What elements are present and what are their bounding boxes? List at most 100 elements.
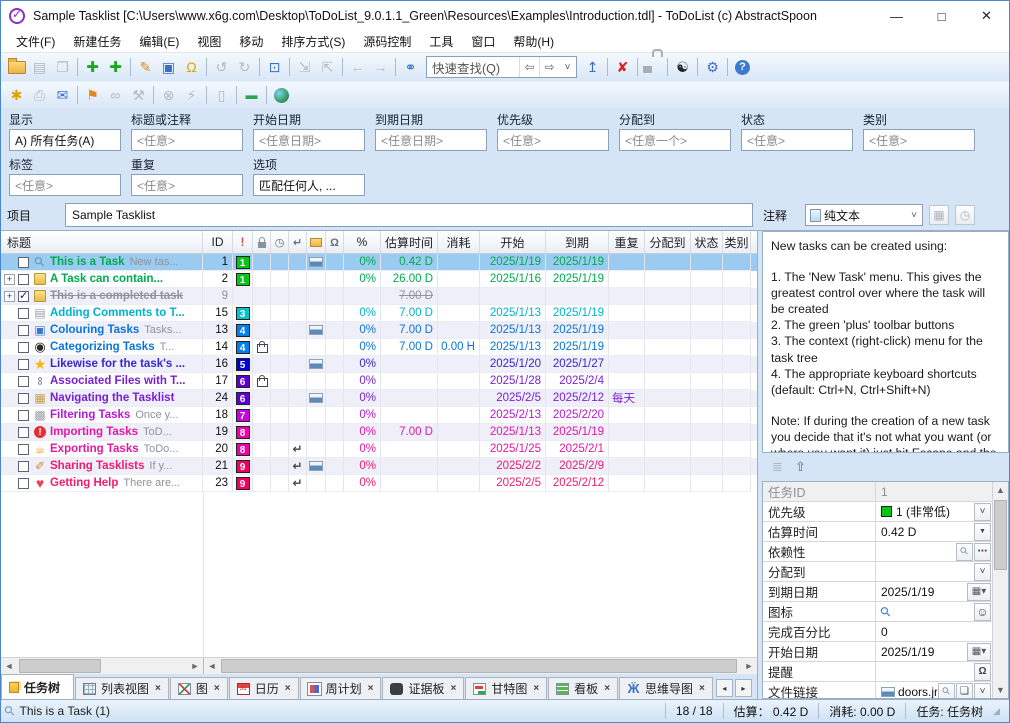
new-tasklist-icon[interactable]: ✱ bbox=[5, 84, 28, 106]
attribute-scrollbar[interactable]: ▲ ▼ bbox=[992, 482, 1008, 698]
edit-attributes-icon[interactable]: ▣ bbox=[157, 56, 180, 78]
column-header[interactable]: 消耗 bbox=[438, 231, 480, 253]
indent-task-icon[interactable]: ⇲ bbox=[293, 56, 316, 78]
attribute-value[interactable]: 2025/1/19 bbox=[881, 645, 934, 659]
scroll-up-icon[interactable]: ▲ bbox=[993, 482, 1008, 498]
outdent-task-icon[interactable]: ⇱ bbox=[316, 56, 339, 78]
column-header[interactable]: 重复 bbox=[609, 231, 645, 253]
task-checkbox[interactable] bbox=[18, 291, 29, 302]
redo-icon[interactable]: ↻ bbox=[233, 56, 256, 78]
separator[interactable] bbox=[266, 86, 267, 104]
edit-task-icon[interactable]: ✎ bbox=[134, 56, 157, 78]
column-header[interactable]: 分配到 bbox=[645, 231, 691, 253]
tree-scrollbar[interactable]: ◄ ► bbox=[1, 658, 204, 674]
task-row[interactable]: + A Task can contain... 2 1 bbox=[1, 271, 757, 288]
menu-item[interactable]: 帮助(H) bbox=[504, 31, 563, 52]
activity-log-icon[interactable]: ▯ bbox=[210, 84, 233, 106]
filter-combo[interactable]: A) 所有任务(A) bbox=[9, 129, 121, 151]
menu-item[interactable]: 窗口 bbox=[462, 31, 504, 52]
quickfind-input[interactable]: 快速查找(Q) bbox=[427, 58, 519, 77]
task-row[interactable]: + Categorizing Tasks T... 14 4 bbox=[1, 339, 757, 356]
minimize-button[interactable]: — bbox=[874, 1, 919, 31]
comments-format-combo[interactable]: 纯文本 ˅ bbox=[805, 204, 923, 226]
menu-item[interactable]: 新建任务 bbox=[64, 31, 130, 52]
expand-icon[interactable]: + bbox=[4, 291, 15, 302]
column-header[interactable] bbox=[271, 231, 289, 253]
task-row[interactable]: + Getting Help There are... 23 9 bbox=[1, 475, 757, 492]
attribute-value[interactable]: 1 bbox=[881, 485, 888, 499]
link-icon[interactable]: ∞ bbox=[104, 84, 127, 106]
column-header[interactable]: 类别 bbox=[723, 231, 751, 253]
close-tab-icon[interactable]: × bbox=[699, 683, 705, 694]
scroll-left-icon[interactable]: ◄ bbox=[204, 658, 220, 674]
maximize-button[interactable]: □ bbox=[919, 1, 964, 31]
attribute-control-button[interactable] bbox=[974, 683, 991, 700]
undo-icon[interactable]: ↺ bbox=[210, 56, 233, 78]
view-tab[interactable]: 证据板 × bbox=[382, 677, 464, 699]
chevron-down-icon[interactable]: ˅ bbox=[906, 210, 922, 221]
attribute-control-button[interactable] bbox=[974, 543, 991, 561]
task-checkbox[interactable] bbox=[18, 376, 29, 387]
task-row[interactable]: + Importing Tasks ToD... 19 8 bbox=[1, 424, 757, 441]
expand-icon[interactable]: + bbox=[4, 274, 15, 285]
column-header[interactable] bbox=[326, 231, 344, 253]
attribute-row[interactable]: 任务ID 1 bbox=[763, 482, 992, 502]
attribute-control-button[interactable] bbox=[967, 583, 991, 601]
next-task-icon[interactable]: → bbox=[369, 56, 392, 78]
column-header[interactable]: 状态 bbox=[691, 231, 723, 253]
attribute-value[interactable]: doors.jr bbox=[898, 685, 937, 699]
view-tab[interactable]: 甘特图 × bbox=[465, 677, 547, 699]
task-checkbox[interactable] bbox=[18, 444, 29, 455]
help-icon[interactable] bbox=[731, 56, 754, 78]
task-checkbox[interactable] bbox=[18, 274, 29, 285]
close-button[interactable]: ✕ bbox=[964, 1, 1009, 31]
task-checkbox[interactable] bbox=[18, 427, 29, 438]
scroll-right-icon[interactable]: ► bbox=[741, 658, 757, 674]
attribute-row[interactable]: 开始日期 2025/1/19 bbox=[763, 642, 992, 662]
attribute-control-button[interactable] bbox=[938, 683, 955, 700]
menu-item[interactable]: 编辑(E) bbox=[130, 31, 188, 52]
send-email-icon[interactable]: ✉ bbox=[51, 84, 74, 106]
task-row[interactable]: + This is a Task New tas... 1 1 bbox=[1, 254, 757, 271]
separator[interactable] bbox=[342, 58, 343, 76]
quickfind-combo[interactable]: 快速查找(Q) ⇦ ⇨ ˅ bbox=[426, 56, 577, 78]
filter-combo[interactable]: <任意> bbox=[131, 129, 243, 151]
quickfind-prev-icon[interactable]: ⇦ bbox=[519, 57, 539, 77]
task-checkbox[interactable] bbox=[18, 308, 29, 319]
comments-clock-button[interactable]: ◷ bbox=[955, 205, 975, 225]
menu-item[interactable]: 移动 bbox=[230, 31, 272, 52]
quickfind-next-icon[interactable]: ⇨ bbox=[539, 57, 559, 77]
separator[interactable] bbox=[259, 58, 260, 76]
scroll-down-icon[interactable]: ▼ bbox=[993, 682, 1008, 698]
tab-scroll-right-icon[interactable]: ▸ bbox=[735, 679, 752, 697]
column-header[interactable] bbox=[253, 231, 271, 253]
prev-task-icon[interactable]: ← bbox=[346, 56, 369, 78]
filter-combo[interactable]: <任意日期> bbox=[375, 129, 487, 151]
close-tab-icon[interactable]: × bbox=[214, 683, 220, 694]
column-header[interactable] bbox=[307, 231, 326, 253]
attribute-control-button[interactable] bbox=[974, 503, 991, 521]
separator[interactable] bbox=[697, 58, 698, 76]
preferences-gear-icon[interactable]: ⚙ bbox=[701, 56, 724, 78]
filter-combo[interactable]: <任意> bbox=[9, 174, 121, 196]
web-update-icon[interactable] bbox=[270, 84, 293, 106]
attribute-control-button[interactable] bbox=[956, 683, 973, 700]
password-lock-icon[interactable] bbox=[641, 56, 664, 78]
attribute-value[interactable]: 0 bbox=[881, 625, 888, 639]
attribute-value[interactable]: 0.42 D bbox=[881, 525, 916, 539]
close-tab-icon[interactable]: × bbox=[368, 683, 374, 694]
attribute-control-button[interactable] bbox=[956, 543, 973, 561]
filter-combo[interactable]: <任意日期> bbox=[253, 129, 365, 151]
comments-outline-icon[interactable]: ≣ bbox=[766, 456, 789, 478]
column-header[interactable] bbox=[289, 231, 307, 253]
copy-tasks-icon[interactable]: ❐ bbox=[51, 56, 74, 78]
attribute-control-button[interactable] bbox=[967, 643, 991, 661]
separator[interactable] bbox=[607, 58, 608, 76]
close-tab-icon[interactable]: × bbox=[155, 683, 161, 694]
task-checkbox[interactable] bbox=[18, 257, 29, 268]
close-tab-icon[interactable]: × bbox=[285, 683, 291, 694]
shortcuts-icon[interactable]: ⚡ bbox=[180, 84, 203, 106]
column-header[interactable]: 开始 bbox=[480, 231, 546, 253]
task-checkbox[interactable] bbox=[18, 393, 29, 404]
filter-combo[interactable]: <任意> bbox=[131, 174, 243, 196]
